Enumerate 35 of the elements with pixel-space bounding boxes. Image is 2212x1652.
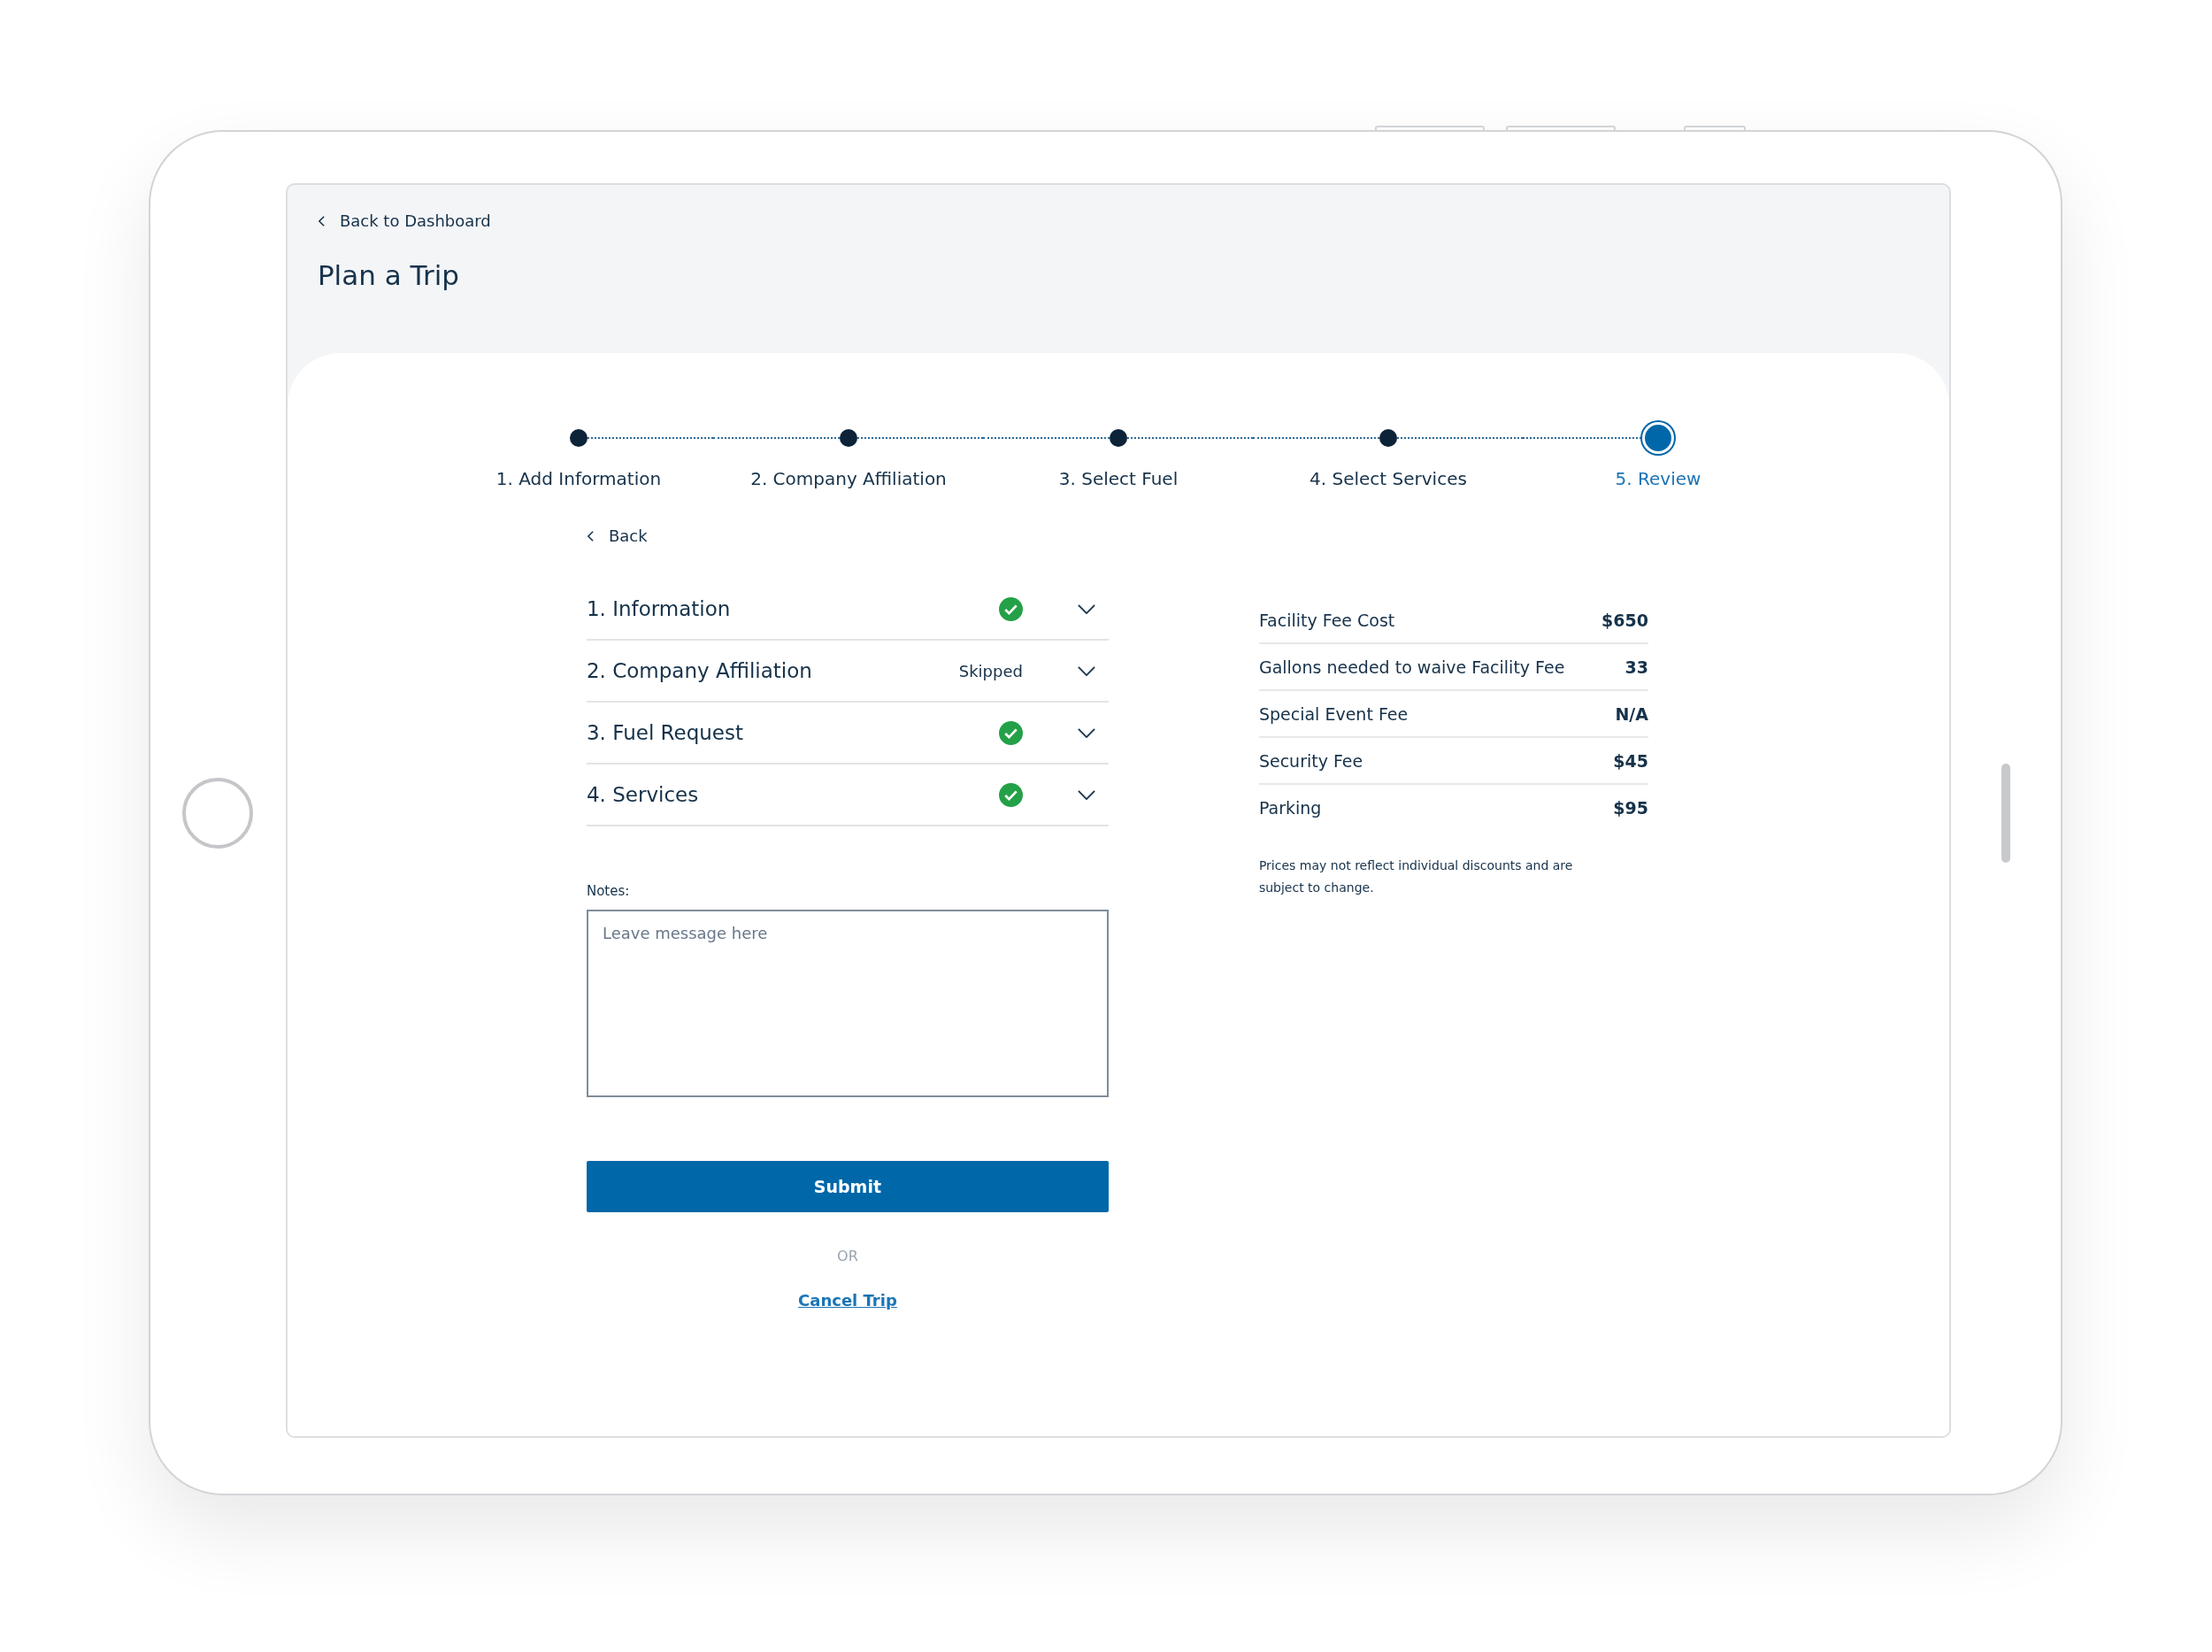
notes-label: Notes: (586, 883, 631, 899)
chevron-left-icon (317, 214, 326, 227)
back-link[interactable]: Back to Dashboard (317, 211, 491, 230)
or-separator: OR (837, 1248, 858, 1264)
fee-value: $45 (1613, 750, 1648, 771)
submit-button[interactable]: Submit (586, 1161, 1109, 1212)
back-link[interactable]: Back (586, 526, 648, 545)
fee-value: $650 (1601, 610, 1648, 630)
step-label[interactable]: 3. Select Fuel (1058, 468, 1179, 489)
disclaimer-text: Prices may not reflect individual discounts and are subject to change. (1258, 857, 1574, 896)
section-title[interactable]: 1. Information (586, 597, 926, 620)
section-title[interactable]: 4. Services (586, 783, 926, 806)
fee-value: $95 (1613, 797, 1648, 818)
chevron-down-icon[interactable] (1077, 789, 1095, 800)
fee-value: N/A (1615, 703, 1648, 724)
fee-label: Parking (1258, 797, 1322, 818)
section-title[interactable]: 2. Company Affiliation (586, 659, 926, 682)
chevron-down-icon[interactable] (1077, 727, 1095, 738)
fee-label: Special Event Fee (1258, 703, 1409, 724)
notes-field[interactable]: Leave message here (586, 910, 1109, 1097)
step-label[interactable]: 5. Review (1615, 468, 1701, 489)
fee-value: 33 (1624, 657, 1648, 677)
chevron-left-icon (586, 529, 595, 542)
step-label[interactable]: 4. Select Services (1310, 468, 1467, 489)
fee-label: Facility Fee Cost (1258, 610, 1395, 630)
page-title: Plan a Trip (317, 258, 460, 291)
step-label[interactable]: 2. Company Affiliation (750, 468, 947, 489)
status-label: Skipped (958, 661, 1023, 680)
cancel-trip-link[interactable]: Cancel Trip (798, 1291, 897, 1310)
fee-label: Security Fee (1258, 750, 1363, 771)
section-title[interactable]: 3. Fuel Request (586, 721, 926, 744)
chevron-down-icon[interactable] (1077, 603, 1095, 614)
chevron-down-icon[interactable] (1077, 665, 1095, 676)
step-label[interactable]: 1. Add Information (495, 468, 662, 489)
fee-label: Gallons needed to waive Facility Fee (1258, 657, 1565, 677)
